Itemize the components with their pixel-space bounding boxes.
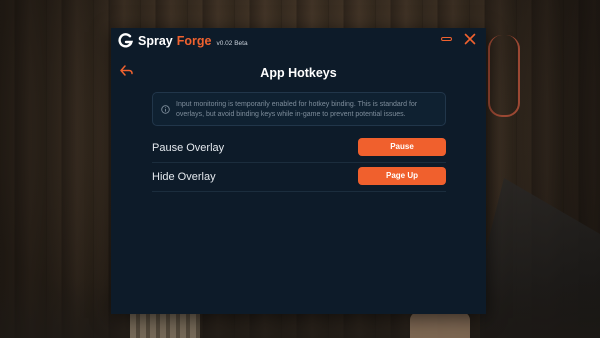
hotkey-row-pause-overlay: Pause Overlay Pause (152, 134, 446, 163)
app-version: v0.02 Beta (216, 40, 248, 47)
close-icon[interactable] (464, 33, 476, 45)
app-window: Spray Forge v0.02 Beta App Hotkeys Input… (111, 28, 486, 314)
spray-forge-logo-icon (118, 33, 133, 48)
hotkey-label: Hide Overlay (152, 171, 216, 183)
background-wire (488, 35, 520, 117)
titlebar[interactable]: Spray Forge v0.02 Beta (111, 28, 486, 54)
background-hand (410, 312, 470, 338)
hotkey-label: Pause Overlay (152, 142, 225, 154)
info-text: Input monitoring is temporarily enabled … (176, 101, 418, 118)
info-icon (161, 105, 170, 114)
hotkey-bind-button[interactable]: Page Up (358, 167, 446, 185)
app-name-part2: Forge (176, 34, 212, 48)
background-glove (130, 314, 200, 338)
page-title: App Hotkeys (260, 66, 337, 80)
app-brand: Spray Forge v0.02 Beta (138, 34, 248, 48)
info-notice: Input monitoring is temporarily enabled … (152, 92, 446, 126)
app-name-part1: Spray (138, 34, 173, 48)
hotkey-row-hide-overlay: Hide Overlay Page Up (152, 163, 446, 192)
hotkey-bind-button[interactable]: Pause (358, 138, 446, 156)
minimize-button[interactable] (441, 37, 452, 41)
